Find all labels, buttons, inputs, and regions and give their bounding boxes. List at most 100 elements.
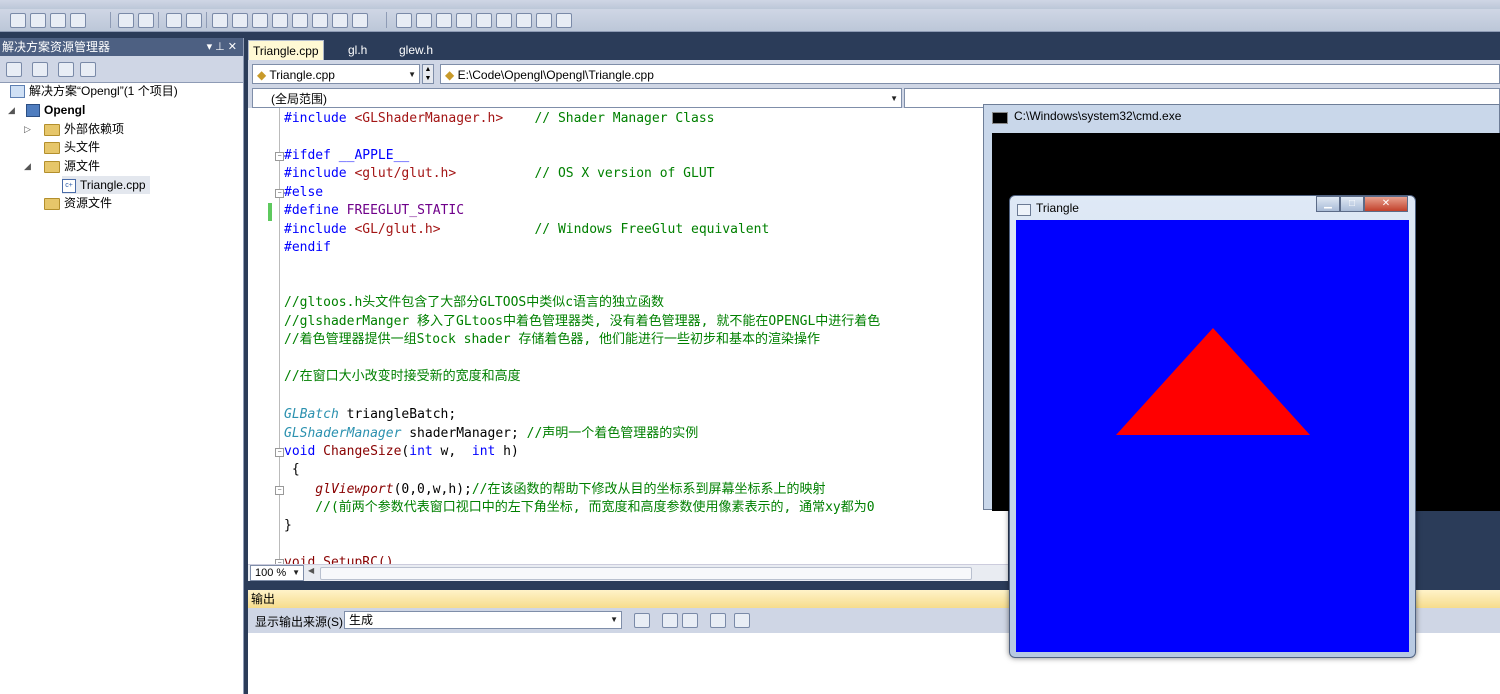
toolbar-separator bbox=[110, 12, 111, 28]
code-line-comment: //在窗口大小改变时接受新的宽度和高度 bbox=[284, 369, 521, 384]
font-icon[interactable] bbox=[70, 13, 86, 28]
callout-icon[interactable] bbox=[232, 13, 248, 28]
abc-icon[interactable] bbox=[536, 13, 552, 28]
red-triangle bbox=[1116, 328, 1310, 435]
gl-canvas[interactable] bbox=[1016, 220, 1409, 652]
tree-item-header-files[interactable]: 头文件 bbox=[44, 138, 100, 156]
split-button[interactable]: ▲ ▼ bbox=[422, 64, 434, 84]
format-icon[interactable] bbox=[50, 13, 66, 28]
tree-item-source-files[interactable]: ◢ 源文件 bbox=[24, 157, 100, 175]
export-icon[interactable] bbox=[312, 13, 328, 28]
output-source-combo[interactable]: 生成 ▼ bbox=[344, 611, 622, 629]
solution-icon bbox=[10, 85, 25, 99]
filter-icon[interactable] bbox=[352, 13, 368, 28]
window-icon bbox=[1017, 204, 1031, 216]
folder-icon bbox=[44, 197, 60, 210]
code-token: #endif bbox=[284, 240, 331, 255]
indent-icon[interactable] bbox=[30, 13, 46, 28]
spell-icon[interactable] bbox=[516, 13, 532, 28]
tree-item-triangle-cpp[interactable]: c+ Triangle.cpp bbox=[62, 176, 150, 194]
find-icon[interactable] bbox=[436, 13, 452, 28]
cpp-file-icon: c+ bbox=[62, 178, 76, 193]
view-class-icon[interactable] bbox=[80, 62, 96, 77]
collapse-icon[interactable]: ◢ bbox=[8, 101, 15, 119]
toolbar-separator bbox=[386, 12, 387, 28]
code-line-else: #else bbox=[284, 184, 323, 202]
find-next-icon[interactable] bbox=[682, 613, 698, 628]
folder-open-icon[interactable] bbox=[416, 13, 432, 28]
tree-item-project[interactable]: ◢ Opengl bbox=[8, 101, 85, 119]
code-token: <GL/glut.h> bbox=[354, 222, 441, 237]
solution-explorer-title: 解决方案资源管理器 bbox=[2, 40, 111, 54]
file-combo[interactable]: ◆ Triangle.cpp ▼ bbox=[252, 64, 420, 84]
find-prev-icon[interactable] bbox=[662, 613, 678, 628]
solution-explorer: 解决方案资源管理器 ▾ ⊥ ✕ 解决方案“Opengl”(1 个项目) ◢ Op… bbox=[0, 38, 244, 694]
palette-icon[interactable] bbox=[396, 13, 412, 28]
code-editor[interactable]: #include <GLShaderManager.h> // Shader M… bbox=[248, 108, 1008, 564]
bookmark-next-icon[interactable] bbox=[186, 13, 202, 28]
fold-toggle[interactable]: − bbox=[275, 486, 284, 495]
properties-icon[interactable] bbox=[6, 62, 22, 77]
tree-label: 源文件 bbox=[64, 159, 101, 173]
uncomment-icon[interactable] bbox=[138, 13, 154, 28]
refresh-icon[interactable] bbox=[58, 62, 74, 77]
options-icon[interactable] bbox=[556, 13, 572, 28]
navigate-icon[interactable] bbox=[476, 13, 492, 28]
scroll-thumb[interactable] bbox=[320, 567, 972, 580]
navigate-2-icon[interactable] bbox=[496, 13, 512, 28]
tab-gl-h[interactable]: gl.h bbox=[344, 40, 371, 60]
window-icon[interactable] bbox=[212, 13, 228, 28]
arrow-icon[interactable] bbox=[272, 13, 288, 28]
close-button[interactable]: ✕ bbox=[1364, 196, 1408, 212]
fold-toggle[interactable]: − bbox=[275, 448, 284, 457]
zoom-value: 100 % bbox=[255, 567, 287, 579]
window-controls: ▁ □ ✕ bbox=[1316, 196, 1412, 212]
toolbar-edit bbox=[0, 9, 1500, 32]
editor-horizontal-scrollbar[interactable]: 100 % ▼ ◀ bbox=[248, 564, 1008, 581]
replace-icon[interactable] bbox=[456, 13, 472, 28]
scope-combo[interactable]: (全局范围) ▼ bbox=[252, 88, 902, 108]
output-source-label: 显示输出来源(S): bbox=[255, 615, 347, 629]
scroll-left-icon[interactable]: ◀ bbox=[308, 566, 314, 575]
tree-item-external-deps[interactable]: ▷ 外部依赖项 bbox=[24, 120, 124, 138]
output-source-value: 生成 bbox=[349, 613, 374, 627]
tab-glew-h[interactable]: glew.h bbox=[395, 40, 437, 60]
code-token: shaderManager; bbox=[401, 426, 527, 441]
tree-label: 解决方案“Opengl”(1 个项目) bbox=[29, 84, 178, 98]
collapse-icon[interactable]: ◢ bbox=[24, 157, 31, 175]
scope-combo-value: (全局范围) bbox=[271, 92, 327, 106]
code-token: void bbox=[284, 444, 324, 459]
zoom-combo[interactable]: 100 % ▼ bbox=[250, 565, 304, 581]
maximize-button[interactable]: □ bbox=[1340, 196, 1364, 212]
expand-icon[interactable]: ▷ bbox=[24, 120, 31, 138]
tree-item-solution[interactable]: 解决方案“Opengl”(1 个项目) bbox=[10, 82, 178, 100]
pane-controls[interactable]: ▾ ⊥ ✕ bbox=[207, 38, 237, 56]
goto-icon[interactable] bbox=[634, 613, 650, 628]
callout-2-icon[interactable] bbox=[252, 13, 268, 28]
tab-triangle-cpp[interactable]: Triangle.cpp bbox=[248, 40, 324, 61]
fold-toggle[interactable]: − bbox=[275, 152, 284, 161]
project-icon bbox=[26, 104, 40, 118]
word-wrap-icon[interactable] bbox=[734, 613, 750, 628]
clear-all-icon[interactable] bbox=[710, 613, 726, 628]
bookmark-icon[interactable] bbox=[166, 13, 182, 28]
show-all-files-icon[interactable] bbox=[32, 62, 48, 77]
minimize-button[interactable]: ▁ bbox=[1316, 196, 1340, 212]
arrow-2-icon[interactable] bbox=[292, 13, 308, 28]
toolbar-separator bbox=[158, 12, 159, 28]
gl-window[interactable]: Triangle ▁ □ ✕ bbox=[1009, 195, 1416, 658]
tree-item-resource-files[interactable]: 资源文件 bbox=[44, 194, 112, 212]
fold-toggle[interactable]: − bbox=[275, 189, 284, 198]
path-combo[interactable]: ◆ E:\Code\Opengl\Opengl\Triangle.cpp bbox=[440, 64, 1500, 84]
outdent-icon[interactable] bbox=[10, 13, 26, 28]
code-token: ChangeSize bbox=[323, 444, 402, 459]
code-line-comment: //gltoos.h头文件包含了大部分GLTOOS中类似c语言的独立函数 bbox=[284, 295, 665, 310]
folder-icon bbox=[44, 123, 60, 136]
toolbar-separator bbox=[206, 12, 207, 28]
comment-icon[interactable] bbox=[118, 13, 134, 28]
solution-explorer-header: 解决方案资源管理器 ▾ ⊥ ✕ bbox=[0, 38, 243, 56]
tree-label: Triangle.cpp bbox=[80, 178, 146, 192]
editor-gutter bbox=[248, 108, 278, 564]
code-line-include-gl-glut: #include <GL/glut.h> // Windows FreeGlut… bbox=[284, 221, 769, 239]
import-icon[interactable] bbox=[332, 13, 348, 28]
